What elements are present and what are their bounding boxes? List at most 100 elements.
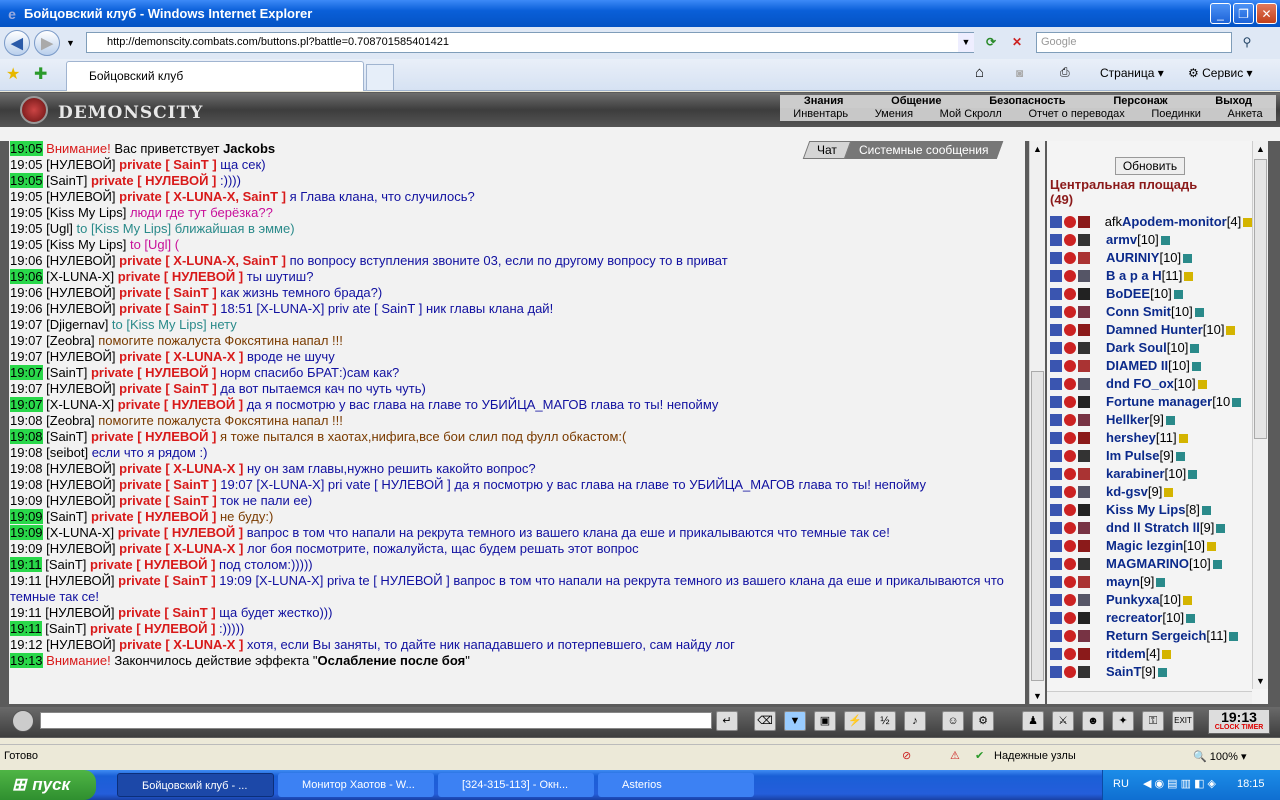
clan-icon[interactable] (1078, 396, 1090, 408)
tab-system-messages[interactable]: Системные сообщения (844, 141, 1003, 159)
lock-icon[interactable]: ⚿ (1142, 711, 1164, 731)
submenu-item[interactable]: Анкета (1227, 108, 1262, 121)
info-icon[interactable] (1162, 649, 1172, 659)
message-part[interactable]: private [ SainT ] (119, 301, 217, 316)
message-time[interactable]: 19:05 (10, 237, 43, 252)
home-icon[interactable]: ⌂ (975, 64, 984, 81)
feeds-icon[interactable]: ◙ (1016, 66, 1023, 80)
menu-item[interactable]: Знания (804, 95, 843, 108)
private-chat-icon[interactable] (1050, 648, 1062, 660)
message-time[interactable]: 19:05 (10, 173, 43, 188)
player-name[interactable]: kd-gsv (1106, 483, 1148, 501)
eraser-icon[interactable]: ⌫ (754, 711, 776, 731)
message-time[interactable]: 19:09 (10, 509, 43, 524)
message-time[interactable]: 19:06 (10, 301, 43, 316)
task-item-chaos-monitor[interactable]: Монитор Хаотов - W... (278, 773, 434, 797)
private-chat-icon[interactable] (1050, 540, 1062, 552)
player-name[interactable]: recreator (1106, 609, 1162, 627)
player-name[interactable]: AURINIY (1106, 249, 1159, 267)
message-time[interactable]: 19:05 (10, 189, 43, 204)
player-scroll-up-icon[interactable]: ▲ (1253, 141, 1268, 157)
player-name[interactable]: Return Sergeich (1106, 627, 1206, 645)
message-time[interactable]: 19:07 (10, 365, 43, 380)
clan-icon[interactable] (1078, 666, 1090, 678)
privacy-icon[interactable]: ⊘ (902, 749, 911, 762)
info-icon[interactable] (1206, 541, 1216, 551)
info-icon[interactable] (1194, 307, 1204, 317)
message-part[interactable]: private [ НУЛЕВОЙ ] (91, 429, 216, 444)
private-chat-icon[interactable] (1050, 270, 1062, 282)
clan-icon[interactable] (1078, 468, 1090, 480)
emoticon-icon[interactable]: ☺ (942, 711, 964, 731)
info-icon[interactable] (1190, 343, 1200, 353)
message-time[interactable]: 19:06 (10, 269, 43, 284)
message-part[interactable]: private [ X-LUNA-X, SainT ] (119, 253, 286, 268)
exit-icon[interactable]: EXIT (1172, 711, 1194, 731)
message-time[interactable]: 19:11 (10, 557, 42, 572)
info-icon[interactable] (1232, 397, 1242, 407)
private-chat-icon[interactable] (1050, 486, 1062, 498)
player-name[interactable]: Im Pulse (1106, 447, 1159, 465)
filter-icon[interactable]: ▼ (784, 711, 806, 731)
player-name[interactable]: dnd ll Stratch ll (1106, 519, 1200, 537)
message-time[interactable]: 19:11 (10, 573, 42, 588)
info-icon[interactable] (1157, 667, 1167, 677)
menu-item[interactable]: Общение (891, 95, 941, 108)
player-name[interactable]: Damned Hunter (1106, 321, 1203, 339)
walk-icon[interactable]: ⚡ (844, 711, 866, 731)
clan-icon[interactable] (1078, 630, 1090, 642)
chat-scroll-thumb[interactable] (1031, 371, 1044, 681)
info-icon[interactable] (1216, 523, 1226, 533)
message-time[interactable]: 19:07 (10, 333, 43, 348)
history-dropdown-icon[interactable]: ▼ (66, 38, 75, 48)
player-name[interactable]: armv (1106, 231, 1137, 249)
message-time[interactable]: 19:05 (10, 221, 43, 236)
message-time[interactable]: 19:06 (10, 253, 43, 268)
task-item-window[interactable]: [324-315-113] - Окн... (438, 773, 594, 797)
favorites-star-icon[interactable]: ★ (6, 64, 20, 84)
player-name[interactable]: Fortune manager (1106, 393, 1212, 411)
stop-icon[interactable]: ✕ (1006, 32, 1028, 53)
message-part[interactable]: private [ X-LUNA-X ] (119, 461, 243, 476)
private-chat-icon[interactable] (1050, 450, 1062, 462)
message-part[interactable]: private [ НУЛЕВОЙ ] (90, 621, 215, 636)
message-time[interactable]: 19:06 (10, 285, 43, 300)
clan-icon[interactable] (1078, 378, 1090, 390)
message-part[interactable]: private [ НУЛЕВОЙ ] (118, 269, 243, 284)
message-part[interactable]: private [ X-LUNA-X, SainT ] (119, 189, 286, 204)
clan-icon[interactable] (1078, 216, 1090, 228)
clan-icon[interactable] (1078, 360, 1090, 372)
info-icon[interactable] (1175, 451, 1185, 461)
task-item-fight-club[interactable]: Бойцовский клуб - ... (117, 773, 274, 797)
message-time[interactable]: 19:11 (10, 621, 42, 636)
message-time[interactable]: 19:09 (10, 493, 43, 508)
character-icon[interactable]: ♟ (1022, 711, 1044, 731)
fraction-icon[interactable]: ½ (874, 711, 896, 731)
info-icon[interactable] (1201, 505, 1211, 515)
smiley-face-icon[interactable] (12, 710, 34, 732)
submenu-item[interactable]: Мой Скролл (940, 108, 1002, 121)
player-name[interactable]: Conn Smit (1106, 303, 1171, 321)
player-name[interactable]: DIAMED II (1106, 357, 1168, 375)
print-icon[interactable]: ⎙ (1060, 65, 1070, 80)
scroll-up-icon[interactable]: ▲ (1030, 141, 1045, 157)
clan-icon[interactable] (1078, 306, 1090, 318)
menu-item[interactable]: Безопасность (989, 95, 1065, 108)
player-name[interactable]: hershey (1106, 429, 1156, 447)
private-chat-icon[interactable] (1050, 306, 1062, 318)
info-icon[interactable] (1197, 379, 1207, 389)
player-name[interactable]: ritdem (1106, 645, 1146, 663)
info-icon[interactable] (1191, 361, 1201, 371)
chat-input[interactable] (40, 712, 712, 729)
menu-item[interactable]: Выход (1215, 95, 1252, 108)
private-chat-icon[interactable] (1050, 216, 1062, 228)
message-part[interactable]: private [ НУЛЕВОЙ ] (91, 365, 216, 380)
clan-icon[interactable] (1078, 450, 1090, 462)
info-icon[interactable] (1184, 271, 1194, 281)
message-part[interactable]: private [ SainT ] (119, 157, 217, 172)
player-scrollbar[interactable]: ▲ ▼ (1252, 141, 1268, 689)
player-scroll-thumb[interactable] (1254, 159, 1267, 439)
private-chat-icon[interactable] (1050, 576, 1062, 588)
address-dropdown-icon[interactable]: ▼ (958, 33, 974, 52)
clan-icon[interactable] (1078, 342, 1090, 354)
